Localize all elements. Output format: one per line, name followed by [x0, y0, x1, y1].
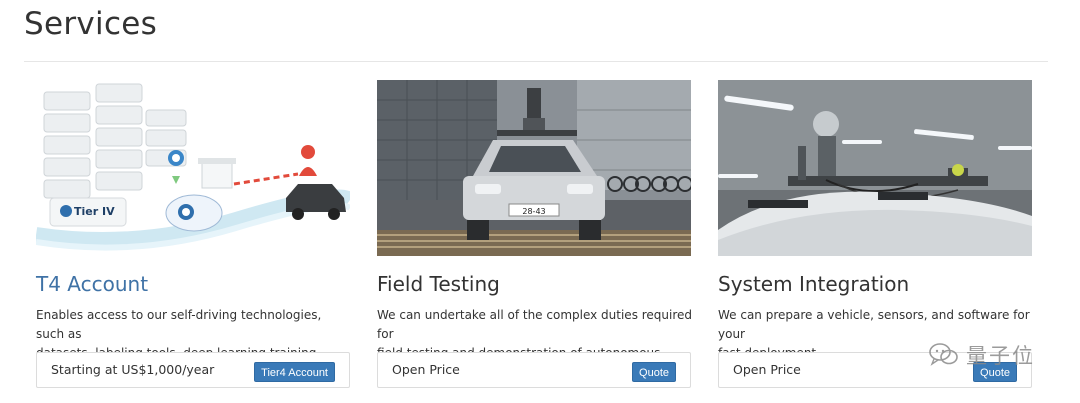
system-integration-price: Open Price: [733, 362, 801, 377]
field-testing-description-line-1: We can undertake all of the complex duti…: [377, 308, 693, 341]
tier4-account-button[interactable]: Tier4 Account: [254, 362, 335, 382]
service-card-field-testing: 28-43 Field Testing We can undertake all…: [377, 80, 693, 388]
field-testing-quote-button[interactable]: Quote: [632, 362, 676, 382]
section-divider: [24, 61, 1048, 62]
service-card-t4-account: Tier IV T4 Account Enables access to our…: [36, 80, 352, 388]
qbitai-watermark: 量子位: [928, 336, 1035, 374]
wechat-icon: [929, 343, 958, 366]
service-card-system-integration: System Integration We can prepare a vehi…: [718, 80, 1034, 388]
field-testing-price: Open Price: [392, 362, 460, 377]
t4-account-illustration: Tier IV: [36, 80, 350, 256]
t4-account-price-box: Starting at US$1,000/year Tier4 Account: [36, 352, 350, 388]
t4-account-price: Starting at US$1,000/year: [51, 362, 215, 377]
field-testing-photo: 28-43: [377, 80, 691, 256]
t4-account-title[interactable]: T4 Account: [36, 271, 352, 297]
system-integration-title: System Integration: [718, 272, 910, 296]
watermark-text: 量子位: [966, 344, 1035, 368]
tier-iv-logo-text: Tier IV: [74, 205, 115, 218]
page-title: Services: [24, 6, 158, 42]
t4-account-description: Enables access to our self-driving techn…: [36, 306, 352, 379]
license-plate-text: 28-43: [522, 207, 545, 216]
field-testing-price-box: Open Price Quote: [377, 352, 691, 388]
field-testing-description: We can undertake all of the complex duti…: [377, 306, 693, 379]
field-testing-title: Field Testing: [377, 272, 500, 296]
t4-account-description-line-1: Enables access to our self-driving techn…: [36, 308, 322, 341]
system-integration-photo: [718, 80, 1032, 256]
